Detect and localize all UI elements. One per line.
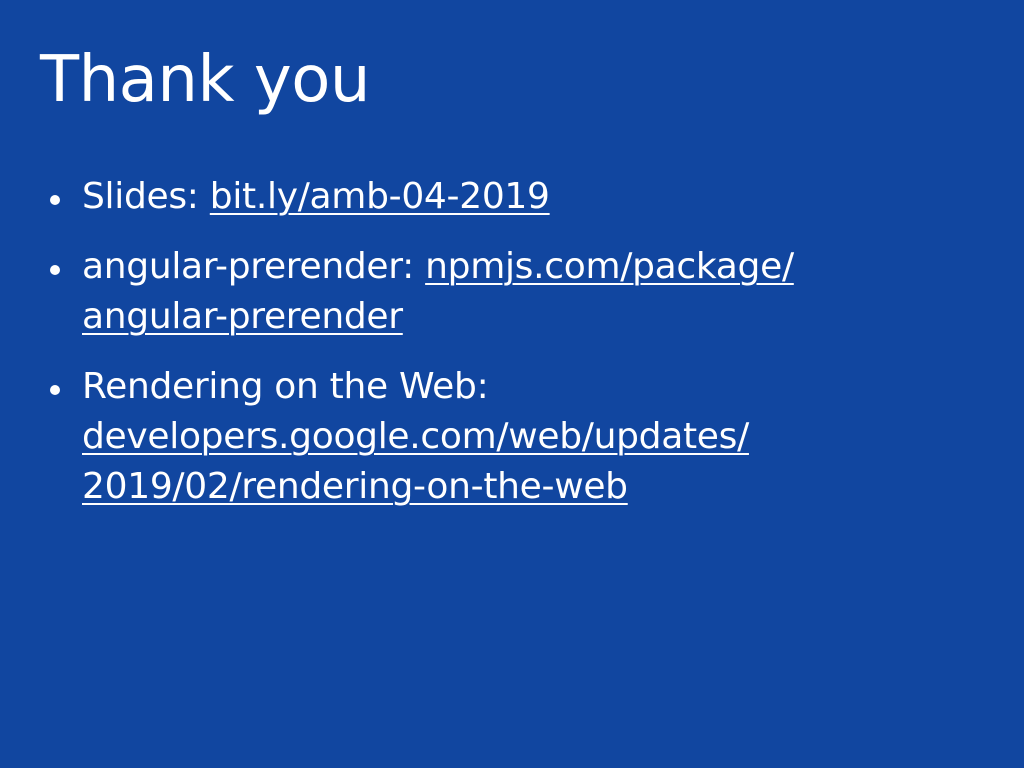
bullet-item-rendering-on-the-web: Rendering on the Web: developers.google.… (40, 362, 940, 512)
slides-link[interactable]: bit.ly/amb-04-2019 (210, 176, 550, 217)
bullet-dot-icon (50, 265, 60, 275)
bullet-item-slides: Slides: bit.ly/amb-04-2019 (40, 172, 940, 222)
bullet-label: angular-prerender: (82, 246, 426, 287)
slide: Thank you Slides: bit.ly/amb-04-2019 ang… (0, 0, 1024, 768)
bullet-label: Rendering on the Web: (82, 366, 489, 407)
bullet-dot-icon (50, 385, 60, 395)
slide-title: Thank you (40, 43, 370, 117)
link-line: 2019/02/rendering-on-the-web (82, 466, 628, 507)
bullet-list: Slides: bit.ly/amb-04-2019 angular-prere… (40, 172, 940, 532)
link-line: angular-prerender (82, 296, 403, 337)
bullet-label: Slides: (82, 176, 210, 217)
bullet-dot-icon (50, 195, 60, 205)
link-line: npmjs.com/package/ (425, 246, 794, 287)
link-line: developers.google.com/web/updates/ (82, 416, 749, 457)
developers-google-link[interactable]: developers.google.com/web/updates/2019/0… (82, 416, 749, 507)
bullet-item-angular-prerender: angular-prerender: npmjs.com/package/ang… (40, 242, 940, 342)
